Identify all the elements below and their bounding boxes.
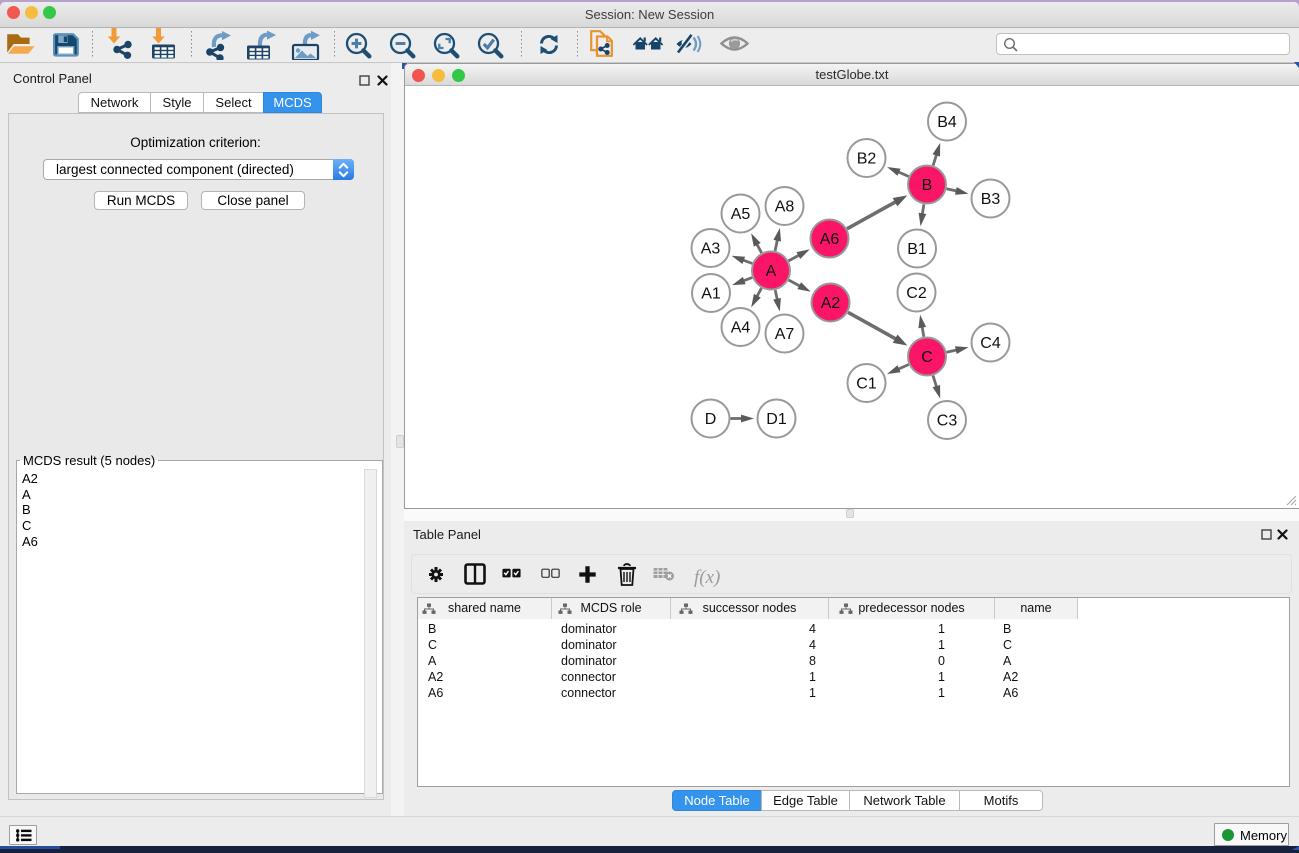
svg-text:C4: C4 bbox=[980, 335, 1001, 352]
svg-text:B2: B2 bbox=[857, 151, 877, 168]
svg-text:C: C bbox=[921, 349, 933, 366]
svg-text:A: A bbox=[766, 263, 777, 280]
svg-text:C2: C2 bbox=[906, 285, 927, 302]
svg-text:D1: D1 bbox=[766, 411, 787, 428]
svg-text:A6: A6 bbox=[820, 231, 840, 248]
svg-text:B: B bbox=[922, 177, 933, 194]
svg-text:B4: B4 bbox=[937, 114, 957, 131]
svg-text:B3: B3 bbox=[981, 191, 1001, 208]
svg-text:A7: A7 bbox=[775, 326, 795, 343]
svg-text:A2: A2 bbox=[821, 295, 841, 312]
svg-text:C3: C3 bbox=[937, 413, 958, 430]
svg-text:B1: B1 bbox=[907, 241, 927, 258]
svg-text:D: D bbox=[705, 411, 717, 428]
svg-text:A1: A1 bbox=[701, 286, 721, 303]
svg-text:A4: A4 bbox=[731, 320, 751, 337]
svg-text:A3: A3 bbox=[701, 241, 721, 258]
svg-text:A5: A5 bbox=[731, 206, 751, 223]
svg-text:C1: C1 bbox=[856, 376, 877, 393]
svg-text:A8: A8 bbox=[775, 199, 795, 216]
